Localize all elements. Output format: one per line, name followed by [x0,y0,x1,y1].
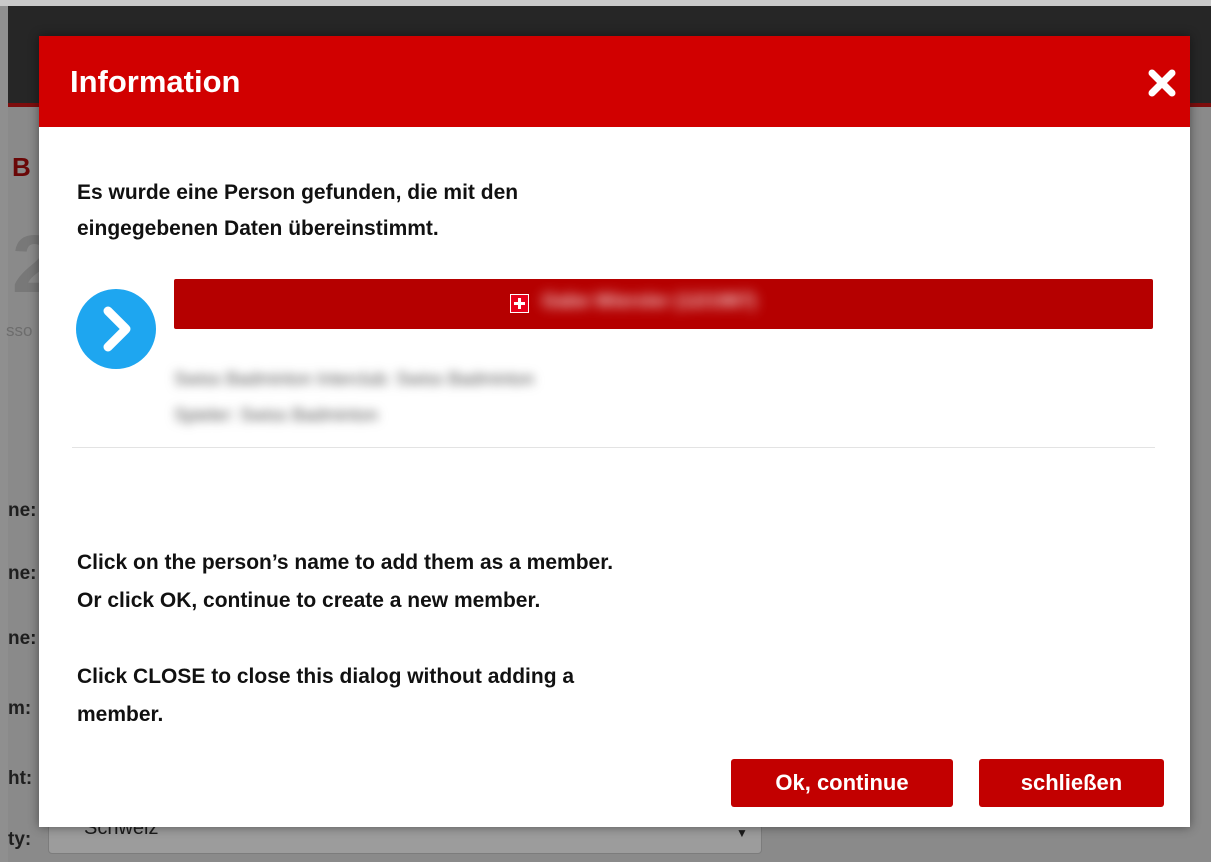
form-label: ne: [8,563,37,584]
form-label: m: [8,698,32,719]
close-icon[interactable] [1144,63,1180,103]
person-name: Gabe Wiersler (12/1987) [542,291,757,312]
form-label: ty: [8,829,32,850]
person-result: Gabe Wiersler (12/1987) Swiss Badminton … [76,279,1156,429]
dialog-header: Information [39,36,1190,127]
page-title-fragment: B [12,152,31,182]
person-details: Swiss Badminton Interclub: Swiss Badmint… [174,369,535,425]
swiss-flag-icon [510,294,529,313]
dialog-intro-text: Es wurde eine Person gefunden, die mit d… [77,181,519,240]
form-label: ne: [8,500,37,521]
form-label: ht: [8,768,33,789]
step-label-fragment: sso [6,321,33,340]
close-button[interactable]: schließen [979,759,1164,807]
ok-continue-button[interactable]: Ok, continue [731,759,953,807]
form-label: ne: [8,628,37,649]
person-name-button[interactable]: Gabe Wiersler (12/1987) [174,279,1153,329]
instruction-text-close: Click CLOSE to close this dialog without… [77,665,575,726]
information-dialog: Information Es wurde eine Person gefunde… [39,36,1190,827]
instruction-text-select: Click on the person’s name to add them a… [77,551,614,612]
chevron-right-icon[interactable] [76,289,156,369]
dialog-title: Information [70,64,241,99]
divider [72,447,1155,448]
chevron-down-icon: ▼ [736,826,748,840]
